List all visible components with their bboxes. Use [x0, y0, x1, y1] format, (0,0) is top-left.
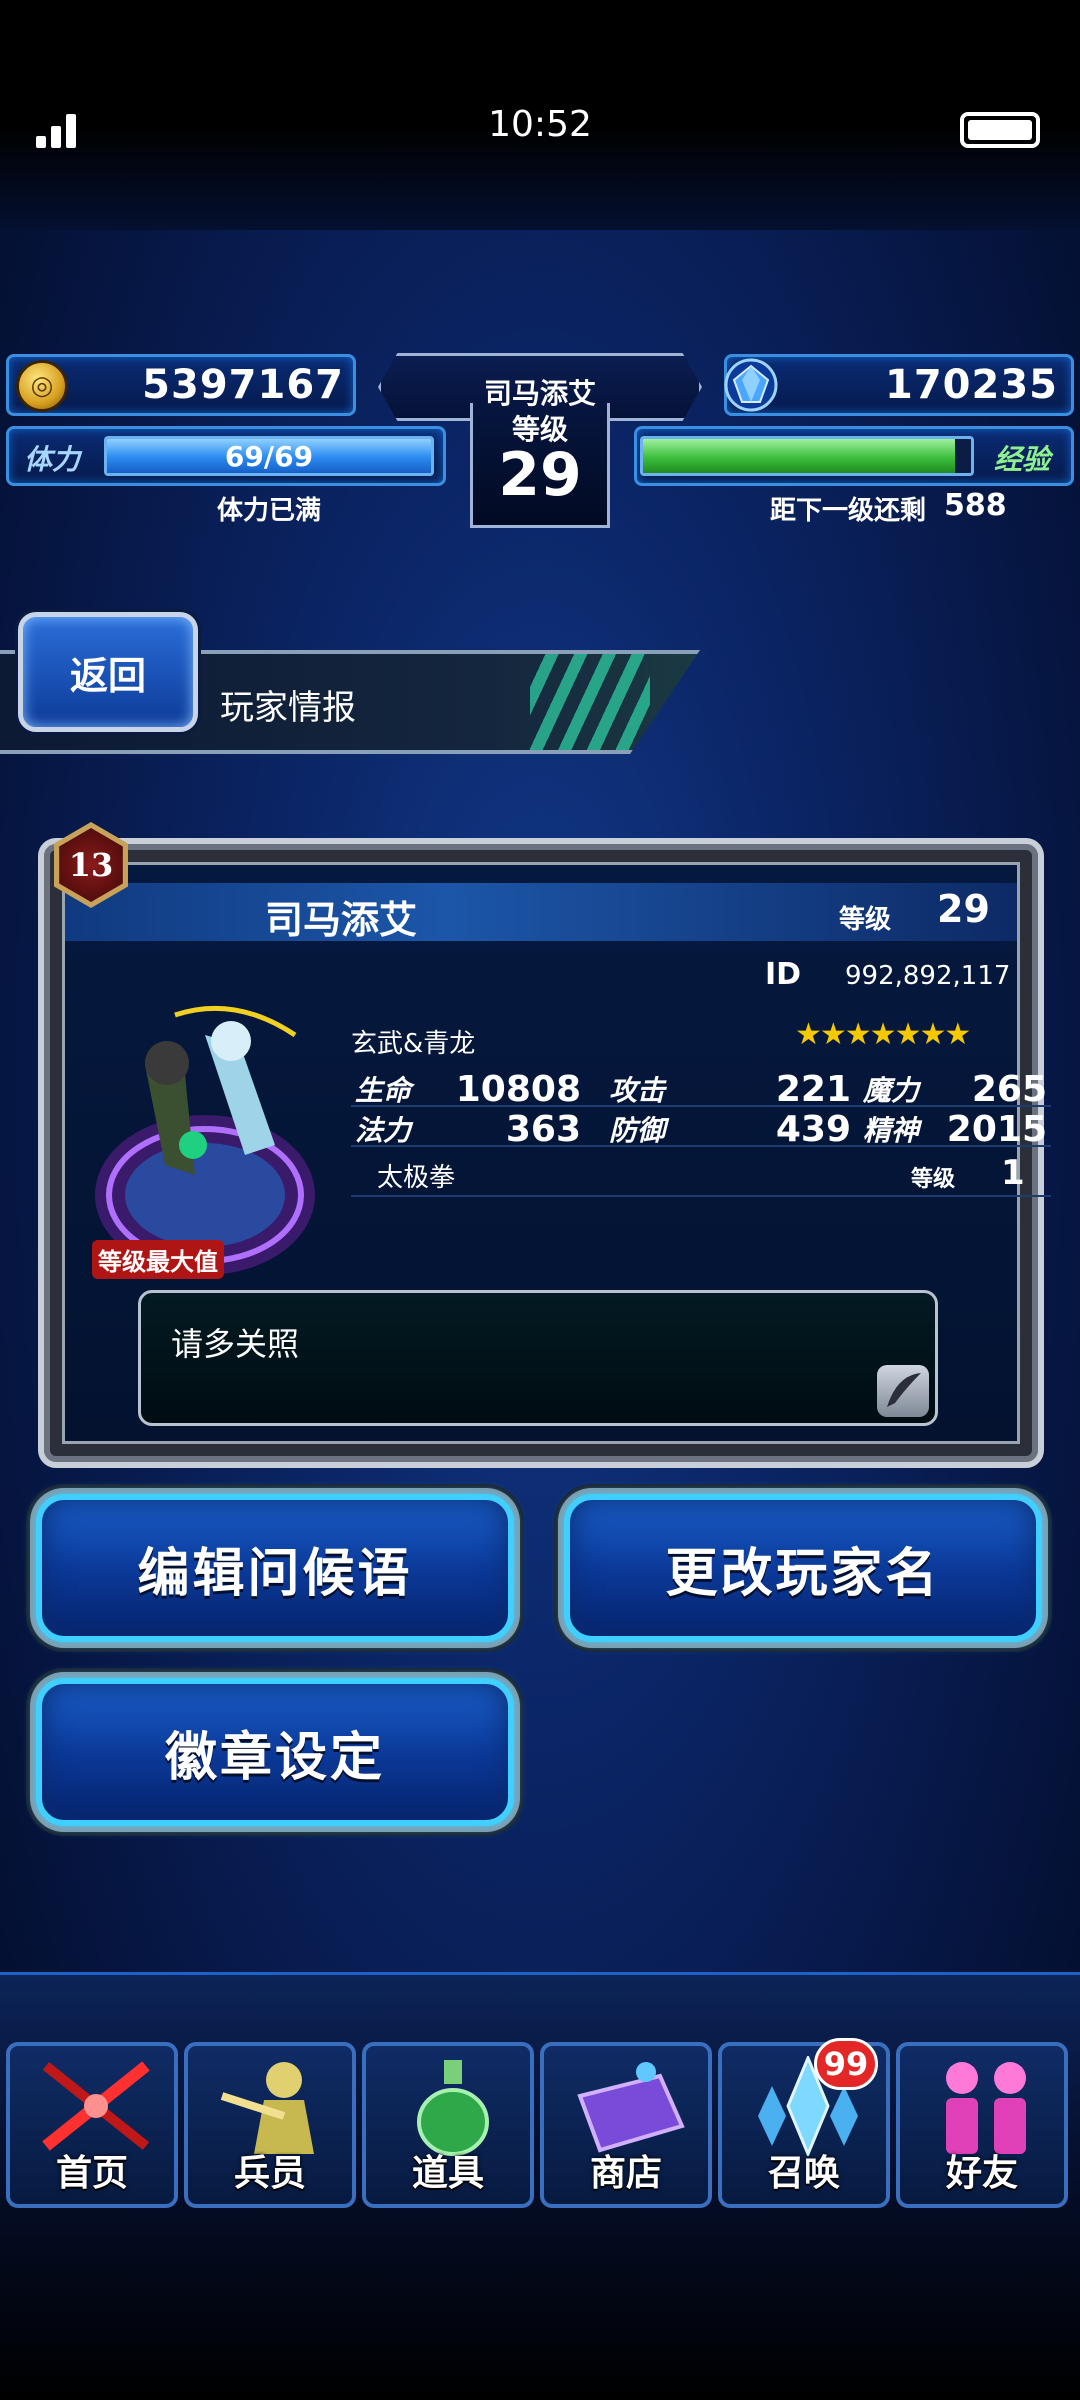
status-time: 10:52: [488, 104, 592, 145]
ability-level-label: 等级: [911, 1167, 956, 1192]
friends-icon: [946, 2062, 1026, 2154]
top-hud: ◎ 5397167 170235 体力 69/69 体力已满 经验 距下一级还剩…: [0, 348, 1080, 528]
hud-player-name: 司马添艾: [483, 377, 596, 410]
change-name-button[interactable]: 更改玩家名: [558, 1488, 1048, 1648]
nav-shop[interactable]: 商店: [540, 2042, 712, 2208]
nav-units-label: 兵员: [233, 2153, 306, 2194]
sword-icon: [42, 2061, 150, 2151]
gil-amount: 5397167: [142, 362, 344, 408]
nav-shop-label: 商店: [589, 2153, 662, 2194]
edit-greeting-button[interactable]: 编辑问候语: [30, 1488, 520, 1648]
edit-greeting-label: 编辑问候语: [36, 1494, 514, 1642]
gil-coin-icon: ◎: [16, 360, 68, 412]
stats-row-1: 生命 10808 攻击 221 魔力 265: [351, 1067, 1051, 1110]
back-button[interactable]: 返回: [18, 612, 198, 732]
ability-row: 太极拳 等级 1: [351, 1147, 1051, 1197]
mag-value: 265: [971, 1069, 1047, 1110]
atk-label: 攻击: [609, 1074, 666, 1107]
mp-value: 363: [505, 1109, 581, 1150]
page-title: 玩家情报: [220, 688, 356, 728]
greeting-message-box: 请多关照: [138, 1290, 938, 1426]
quill-icon: [877, 1365, 929, 1417]
game-screen: 10:52 ◎ 5397167 170235 体力 69/69 体力已满 经验 …: [0, 0, 1080, 2400]
exp-remaining-value: 588: [944, 488, 1007, 523]
lapis-gem-icon: [724, 358, 778, 412]
atk-value: 221: [775, 1069, 851, 1110]
profile-level-value: 29: [937, 887, 990, 931]
profile-name: 司马添艾: [265, 898, 418, 942]
badge-settings-label: 徽章设定: [36, 1678, 514, 1826]
badge-settings-button[interactable]: 徽章设定: [30, 1672, 520, 1832]
nav-home-label: 首页: [55, 2153, 128, 2194]
summon-notification-badge: 99: [814, 2038, 878, 2090]
spr-label: 精神: [863, 1114, 920, 1147]
unit-rarity-stars: ★★★★★★★: [795, 1017, 971, 1052]
id-value: 992,892,117: [845, 961, 1011, 991]
nav-items[interactable]: 道具: [362, 2042, 534, 2208]
change-name-label: 更改玩家名: [564, 1494, 1042, 1642]
nav-home[interactable]: 首页: [6, 2042, 178, 2208]
nav-friends[interactable]: 好友: [896, 2042, 1068, 2208]
nav-friends-label: 好友: [945, 2153, 1018, 2194]
nav-summon-label: 召唤: [767, 2153, 840, 2194]
spr-value: 2015: [946, 1109, 1047, 1150]
shop-icon: [577, 2062, 685, 2153]
profile-level-label: 等级: [839, 905, 892, 935]
unit-name: 玄武&青龙: [351, 1029, 476, 1059]
rank-badge-value: 13: [59, 828, 123, 902]
mp-label: 法力: [355, 1114, 412, 1147]
ability-name: 太极拳: [377, 1163, 456, 1193]
nav-items-label: 道具: [411, 2153, 484, 2194]
ability-level-value: 1: [1001, 1153, 1025, 1193]
stamina-label: 体力: [24, 443, 81, 476]
mag-label: 魔力: [863, 1074, 920, 1107]
potion-icon: [417, 2060, 489, 2156]
gem-amount: 170235: [885, 362, 1058, 408]
hud-level-value: 29: [498, 440, 582, 510]
battery-icon: [960, 112, 1040, 148]
stats-row-2: 法力 363 防御 439 精神 2015: [351, 1107, 1051, 1150]
player-level-plate: 司马添艾 等级 29: [378, 348, 702, 528]
def-label: 防御: [609, 1114, 666, 1147]
max-level-tag: 等级最大值: [92, 1240, 224, 1279]
hp-label: 生命: [355, 1074, 412, 1107]
def-value: 439: [775, 1109, 851, 1150]
stats-table: 生命 10808 攻击 221 魔力 265 法力 363 防御 439 精神 …: [351, 1067, 1051, 1197]
greeting-text: 请多关照: [171, 1325, 300, 1363]
unit-icon: [220, 2062, 314, 2154]
nav-units[interactable]: 兵员: [184, 2042, 356, 2208]
exp-remaining-label: 距下一级还剩: [770, 496, 927, 526]
hp-value: 10808: [455, 1069, 581, 1110]
status-bar: 10:52: [0, 0, 1080, 230]
id-label: ID: [765, 957, 802, 992]
exp-label: 经验: [994, 443, 1051, 476]
